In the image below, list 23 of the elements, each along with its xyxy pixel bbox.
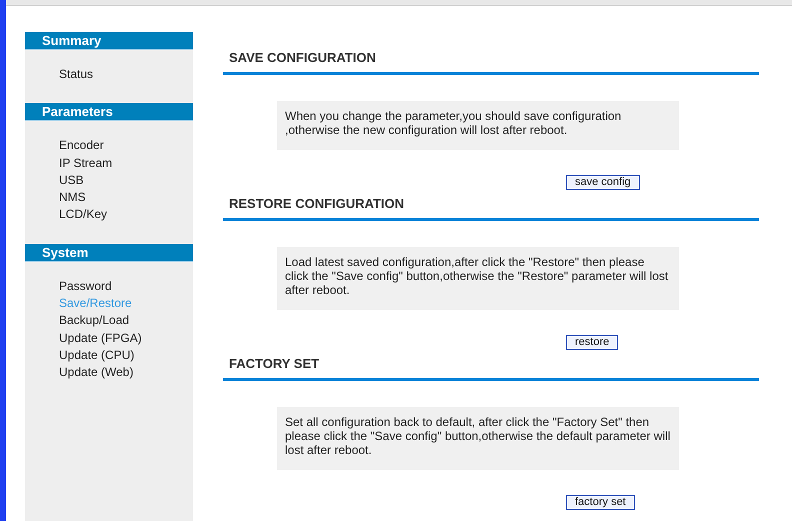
- sidebar-link[interactable]: LCD/Key: [59, 206, 108, 224]
- sidebar-link[interactable]: Password: [59, 278, 112, 296]
- action-button[interactable]: save config: [566, 175, 640, 190]
- sidebar-link[interactable]: Update (FPGA): [59, 330, 142, 347]
- sidebar-link[interactable]: Update (Web): [59, 364, 134, 382]
- action-button[interactable]: factory set: [566, 495, 635, 510]
- sidebar-heading: System: [25, 244, 193, 262]
- section-title: RESTORE CONFIGURATION: [229, 196, 404, 211]
- sidebar-heading: Parameters: [25, 103, 193, 122]
- sidebar-link[interactable]: Backup/Load: [59, 312, 130, 330]
- sidebar-link[interactable]: Encoder: [59, 137, 104, 155]
- section-title: FACTORY SET: [229, 356, 320, 371]
- sidebar-link[interactable]: USB: [59, 172, 84, 190]
- action-button[interactable]: restore: [566, 335, 618, 350]
- section-title: SAVE CONFIGURATION: [229, 50, 376, 65]
- info-note: When you change the parameter,you should save configuration ,otherwise the new configuration will lost after reboot.: [277, 101, 679, 150]
- sidebar-link[interactable]: IP Stream: [59, 154, 112, 172]
- sidebar-heading: Summary: [25, 32, 193, 50]
- sidebar-link[interactable]: Update (CPU): [59, 346, 134, 364]
- info-note: Set all configuration back to default, after click the "Factory Set" then please click the "Save config" button,otherwise the default parameter will lost after reboot.: [277, 407, 679, 470]
- sidebar-link[interactable]: Status: [59, 66, 94, 84]
- sidebar-link[interactable]: NMS: [59, 189, 86, 206]
- info-note: Load latest saved configuration,after click the "Restore" then please click the "Save config" button,otherwise the "Restore" parameter will lost after reboot.: [277, 247, 679, 310]
